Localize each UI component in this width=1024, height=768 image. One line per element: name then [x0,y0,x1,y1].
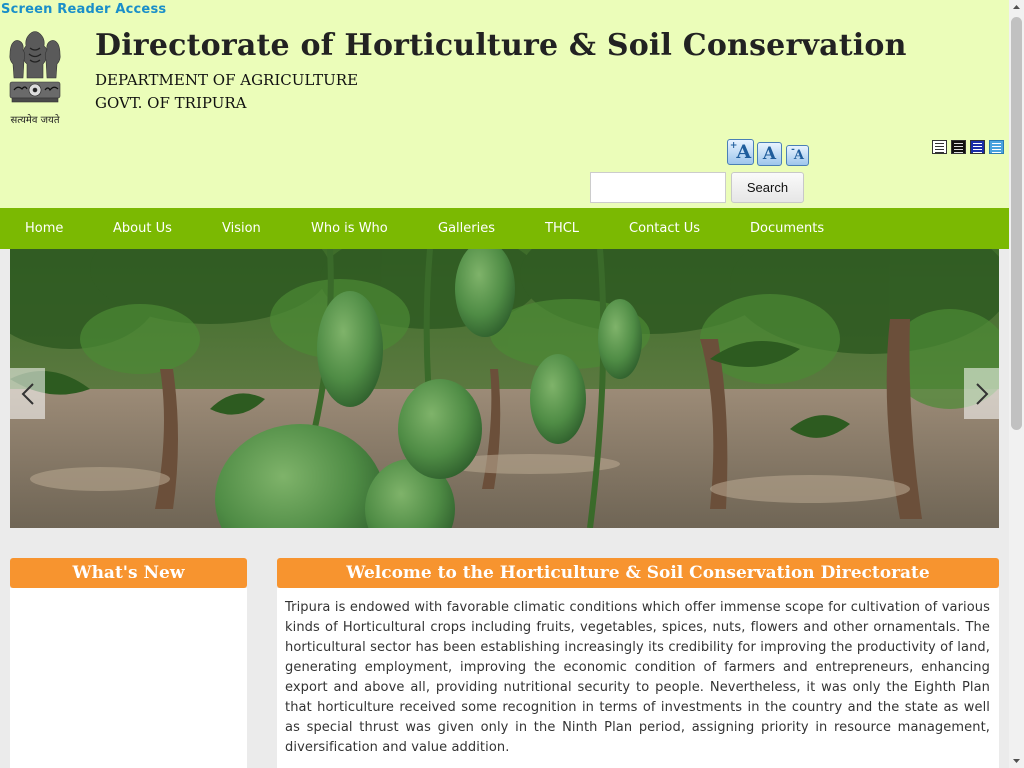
whats-new-heading: What's New [10,558,247,588]
department-name: DEPARTMENT OF AGRICULTURE [95,71,359,89]
font-decrease-button[interactable]: -A [786,145,809,166]
slider-image [10,249,999,528]
nav-item-galleries[interactable]: Galleries [438,221,495,236]
vertical-scrollbar[interactable] [1009,0,1024,768]
font-increase-button[interactable]: + A [727,139,754,165]
welcome-text: Tripura is endowed with favorable climat… [285,600,990,755]
scroll-up-icon[interactable] [1009,0,1024,15]
scroll-down-icon[interactable] [1009,753,1024,768]
nav-item-thcl[interactable]: THCL [545,221,579,236]
search-button[interactable]: Search [731,172,804,203]
nav-item-vision[interactable]: Vision [222,221,261,236]
main-nav: Home About Us Vision Who is Who Gallerie… [0,208,1009,249]
nav-item-home[interactable]: Home [25,221,63,236]
slider-prev-button[interactable] [10,368,45,419]
page: Screen Reader Access सत्यमेव जयते Direct… [0,0,1009,768]
nav-item-about-us[interactable]: About Us [113,221,172,236]
site-title: Directorate of Horticulture & Soil Conse… [95,28,907,63]
whats-new-panel [10,588,247,768]
chevron-right-icon [975,382,988,405]
svg-text:सत्यमेव जयते: सत्यमेव जयते [10,114,59,126]
chevron-left-icon [21,382,34,405]
theme-lightblue-icon[interactable] [989,140,1004,154]
image-slider[interactable] [10,249,999,528]
theme-blue-icon[interactable] [970,140,985,154]
screen-reader-access-link[interactable]: Screen Reader Access [1,2,166,17]
site-header: Screen Reader Access सत्यमेव जयते Direct… [0,0,1009,208]
nav-item-contact-us[interactable]: Contact Us [629,221,700,236]
scrollbar-thumb[interactable] [1011,17,1022,430]
search-input[interactable] [590,172,726,203]
nav-item-documents[interactable]: Documents [750,221,824,236]
slider-next-button[interactable] [964,368,999,419]
font-normal-button[interactable]: A [757,142,782,166]
national-emblem-icon: सत्यमेव जयते [9,31,61,126]
theme-black-icon[interactable] [951,140,966,154]
govt-name: GOVT. OF TRIPURA [95,94,247,112]
welcome-heading: Welcome to the Horticulture & Soil Conse… [277,558,999,588]
theme-white-icon[interactable] [932,140,947,154]
nav-item-who-is-who[interactable]: Who is Who [311,221,388,236]
